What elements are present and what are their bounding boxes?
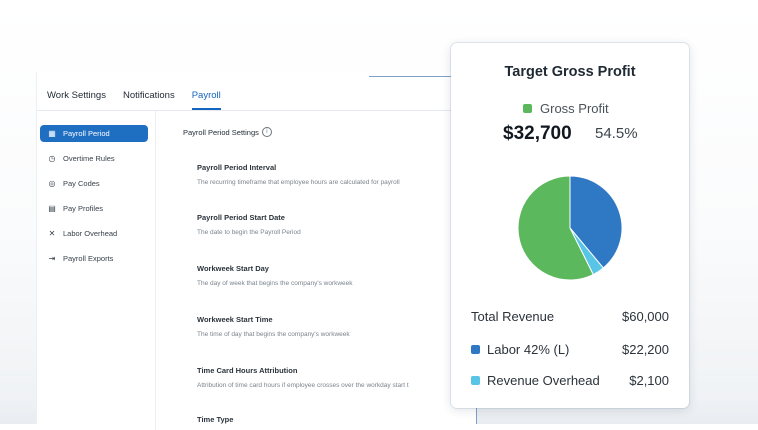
setting-payroll-period-start-date[interactable]: Payroll Period Start Date The date to be… (197, 213, 487, 236)
revenue-overhead-label: Revenue Overhead (487, 373, 600, 388)
coins-icon: ◎ (48, 179, 56, 188)
sidebar-item-label: Payroll Period (63, 129, 110, 138)
setting-payroll-period-interval[interactable]: Payroll Period Interval The recurring ti… (197, 163, 487, 186)
labor-legend: Labor 42% (L) (471, 342, 622, 357)
setting-description: The recurring timeframe that employee ho… (197, 179, 400, 186)
tools-icon: ✕ (48, 229, 56, 238)
revenue-overhead-row: Revenue Overhead $2,100 (471, 373, 669, 388)
setting-name: Time Card Hours Attribution (197, 366, 298, 375)
total-revenue-label: Total Revenue (471, 309, 555, 324)
setting-description: The date to begin the Payroll Period (197, 229, 301, 236)
sidebar-item-payroll-exports[interactable]: ⇥ Payroll Exports (40, 250, 148, 267)
revenue-overhead-value: $2,100 (629, 373, 669, 388)
setting-name: Workweek Start Time (197, 315, 273, 324)
target-gross-profit-card: Target Gross Profit Gross Profit $32,700… (451, 43, 689, 408)
sidebar-item-label: Overtime Rules (63, 154, 115, 163)
gross-profit-legend-label: Gross Profit (540, 101, 609, 116)
setting-name: Payroll Period Interval (197, 163, 277, 172)
sidebar-item-payroll-period[interactable]: ▦ Payroll Period (40, 125, 148, 142)
revenue-overhead-swatch (471, 376, 480, 385)
sidebar: ▦ Payroll Period ◷ Overtime Rules ◎ Pay … (37, 110, 156, 430)
gross-profit-swatch (523, 104, 532, 113)
revenue-overhead-legend: Revenue Overhead (471, 373, 629, 388)
tab-payroll[interactable]: Payroll (191, 90, 221, 110)
labor-label: Labor 42% (L) (487, 342, 570, 357)
sidebar-item-pay-profiles[interactable]: ▤ Pay Profiles (40, 200, 148, 217)
top-tabs: Work Settings Notifications Payroll (37, 72, 477, 111)
labor-value: $22,200 (622, 342, 669, 357)
total-revenue-value: $60,000 (622, 309, 669, 324)
setting-time-card-hours-attribution[interactable]: Time Card Hours Attribution Attribution … (197, 366, 487, 389)
sidebar-item-overtime-rules[interactable]: ◷ Overtime Rules (40, 150, 148, 167)
settings-panel: Work Settings Notifications Payroll ▦ Pa… (36, 72, 477, 430)
gross-profit-percent: 54.5% (595, 125, 638, 142)
sidebar-item-labor-overhead[interactable]: ✕ Labor Overhead (40, 225, 148, 242)
setting-name: Payroll Period Start Date (197, 213, 285, 222)
labor-row: Labor 42% (L) $22,200 (471, 342, 669, 357)
calendar-icon: ▦ (48, 129, 56, 138)
setting-workweek-start-time[interactable]: Workweek Start Time The time of day that… (197, 315, 487, 338)
setting-description: Attribution of time card hours if employ… (197, 382, 409, 389)
gross-profit-amount: $32,700 (503, 123, 572, 144)
card-title: Target Gross Profit (504, 64, 636, 80)
section-title-text: Payroll Period Settings (183, 127, 259, 137)
total-revenue-row: Total Revenue $60,000 (471, 309, 669, 324)
document-icon: ▤ (48, 204, 56, 213)
payroll-period-settings: Payroll Period Settings i Payroll Period… (183, 127, 483, 424)
setting-description: The time of day that begins the company'… (197, 331, 350, 338)
labor-swatch (471, 345, 480, 354)
clock-icon: ◷ (48, 154, 56, 163)
tab-work-settings[interactable]: Work Settings (47, 90, 106, 110)
info-icon[interactable]: i (261, 127, 272, 137)
tab-notifications[interactable]: Notifications (123, 90, 175, 110)
setting-name: Time Type (197, 415, 234, 424)
gross-profit-legend: Gross Profit (523, 101, 609, 116)
sidebar-item-pay-codes[interactable]: ◎ Pay Codes (40, 175, 148, 192)
connector-line (476, 408, 477, 424)
sidebar-item-label: Payroll Exports (63, 254, 114, 263)
setting-time-type[interactable]: Time Type (197, 415, 487, 424)
setting-name: Workweek Start Day (197, 264, 269, 273)
export-icon: ⇥ (48, 254, 56, 263)
section-title: Payroll Period Settings i (183, 127, 483, 137)
connector-line (369, 76, 451, 77)
sidebar-item-label: Labor Overhead (63, 229, 118, 238)
setting-workweek-start-day[interactable]: Workweek Start Day The day of week that … (197, 264, 487, 287)
setting-description: The day of week that begins the company'… (197, 280, 353, 287)
sidebar-item-label: Pay Codes (63, 179, 100, 188)
gross-profit-pie-chart (517, 175, 623, 281)
sidebar-item-label: Pay Profiles (63, 204, 104, 213)
